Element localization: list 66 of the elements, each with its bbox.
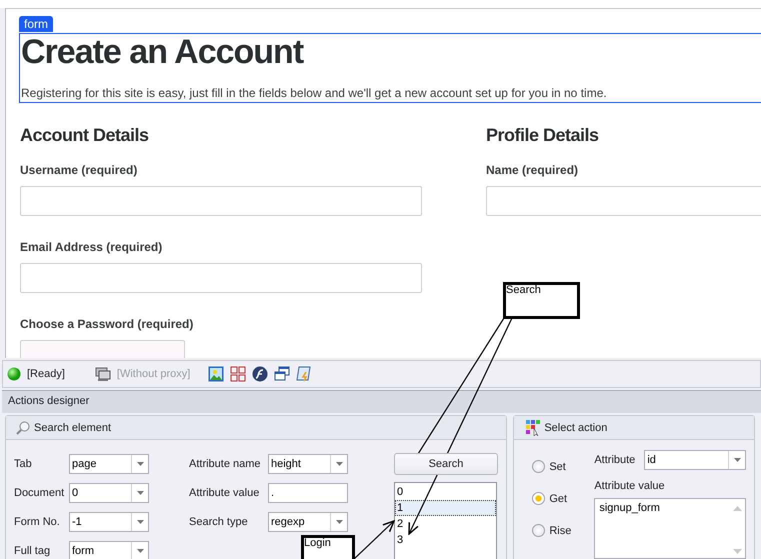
list-item[interactable]: 1 bbox=[395, 500, 496, 516]
section-heading: Profile Details bbox=[486, 125, 600, 146]
caret-icon bbox=[336, 462, 342, 466]
field-label: Document bbox=[14, 487, 66, 499]
form-tag: form bbox=[19, 16, 53, 32]
field-label: Full tag bbox=[14, 545, 52, 557]
search-icon bbox=[16, 420, 30, 434]
arrow bbox=[354, 520, 395, 559]
script-icon[interactable] bbox=[296, 366, 312, 382]
palette-icon bbox=[526, 420, 540, 436]
computer-icon[interactable] bbox=[94, 367, 111, 381]
field-label: Attribute name bbox=[189, 458, 262, 470]
dropdown[interactable]: -1 bbox=[69, 512, 149, 532]
list-item[interactable]: 3 bbox=[395, 532, 496, 548]
input-field[interactable] bbox=[20, 263, 422, 293]
scroll-down-icon[interactable] bbox=[733, 549, 742, 554]
dropdown[interactable]: form bbox=[69, 541, 149, 559]
list-item[interactable]: 2 bbox=[395, 516, 496, 532]
field-label: Name (required) bbox=[486, 163, 580, 177]
radio-button[interactable] bbox=[532, 492, 546, 505]
field-label: Attribute value bbox=[594, 480, 666, 492]
radio-button[interactable] bbox=[532, 460, 546, 473]
dropdown[interactable]: id bbox=[644, 450, 746, 470]
intro-text: Registering for this site is easy, just fill in the fields below and we'll get a new account set up for you in no time. bbox=[21, 86, 608, 100]
radio-label: Rise bbox=[549, 524, 572, 536]
list-item[interactable]: 0 bbox=[395, 484, 496, 500]
panel-title: Select action bbox=[544, 422, 608, 434]
dropdown[interactable]: regexp bbox=[268, 512, 348, 532]
scroll-up-icon[interactable] bbox=[733, 506, 742, 511]
field-label: Tab bbox=[14, 458, 33, 470]
field-label: Email Address (required) bbox=[20, 240, 164, 254]
flash-icon[interactable] bbox=[252, 366, 268, 382]
windows-icon[interactable] bbox=[274, 366, 290, 382]
status-text: [Ready] bbox=[27, 368, 65, 380]
panel-title: Search element bbox=[34, 422, 112, 434]
dropdown[interactable]: height bbox=[268, 454, 348, 474]
dropdown[interactable]: page bbox=[69, 454, 149, 474]
status-light-icon bbox=[7, 367, 21, 381]
caret-icon bbox=[136, 520, 144, 524]
input-field[interactable]: . bbox=[268, 483, 348, 503]
caret-icon bbox=[336, 520, 342, 524]
field-label: Choose a Password (required) bbox=[20, 317, 194, 331]
designer-title: Actions designer bbox=[8, 395, 90, 407]
field-label: Attribute value bbox=[189, 487, 260, 499]
text-area[interactable]: signup_form bbox=[594, 498, 746, 559]
annotation-label: Search bbox=[503, 282, 580, 319]
page-title: Create an Account bbox=[21, 34, 305, 70]
dropdown[interactable]: 0 bbox=[69, 483, 149, 503]
search-button[interactable]: Search bbox=[394, 453, 498, 475]
proxy-text: [Without proxy] bbox=[116, 368, 190, 380]
annotation-label: Login bbox=[301, 535, 355, 559]
field-label: Form No. bbox=[14, 516, 61, 528]
caret-icon bbox=[734, 458, 741, 462]
caret-icon bbox=[136, 549, 144, 553]
caret-icon bbox=[136, 491, 144, 495]
section-heading: Account Details bbox=[20, 125, 150, 146]
radio-label: Get bbox=[549, 492, 568, 504]
radio-button[interactable] bbox=[532, 524, 546, 537]
grid-icon[interactable] bbox=[230, 366, 246, 382]
field-label: Attribute bbox=[594, 454, 636, 466]
image-icon[interactable] bbox=[208, 366, 224, 382]
input-field[interactable] bbox=[20, 186, 422, 216]
radio-label: Set bbox=[549, 460, 566, 472]
field-label: Username (required) bbox=[20, 163, 138, 177]
caret-icon bbox=[136, 462, 144, 466]
field-label: Search type bbox=[189, 516, 249, 528]
